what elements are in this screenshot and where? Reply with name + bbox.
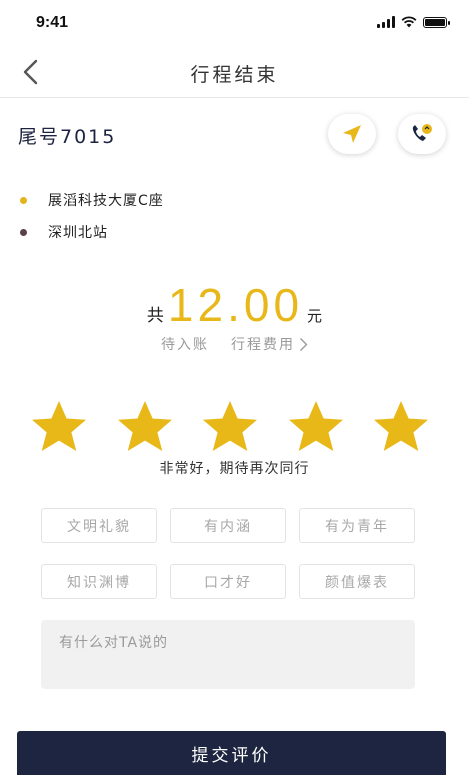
star-icon[interactable] [287,400,345,452]
status-icons [377,16,450,28]
battery-icon [423,16,450,28]
submit-button[interactable]: 提交评价 [17,731,446,775]
phone-icon [412,124,432,141]
end-location: 深圳北站 [48,225,108,241]
start-location: 展滔科技大厦C座 [48,193,164,209]
tag-option[interactable]: 口才好 [170,564,286,599]
comment-input[interactable] [41,620,415,689]
start-dot [20,197,27,204]
fare-prefix: 共 [146,306,164,326]
wifi-icon [401,16,417,28]
status-bar: 9:41 [0,0,469,48]
route-info: 展滔科技大厦C座 深圳北站 [0,184,469,248]
tag-option[interactable]: 颜值爆表 [299,564,415,599]
star-icon[interactable] [372,400,430,452]
star-icon[interactable] [30,400,88,452]
evaluation-tags: 文明礼貌 有内涵 有为青年 知识渊博 口才好 颜值爆表 [41,508,416,599]
tag-option[interactable]: 文明礼貌 [41,508,157,543]
status-time: 9:41 [36,14,69,31]
tag-option[interactable]: 有内涵 [170,508,286,543]
tag-option[interactable]: 有为青年 [299,508,415,543]
navigation-arrow-icon [343,125,361,143]
fare-total: 共 12.00 元 [0,278,469,332]
route-end: 深圳北站 [0,216,469,248]
star-icon[interactable] [201,400,259,452]
chevron-right-icon [300,337,308,351]
driver-info: 尾号7015 [0,112,469,156]
navigation-button[interactable] [328,114,376,154]
plate-number: 尾号7015 [18,126,117,148]
route-start: 展滔科技大厦C座 [0,184,469,216]
star-icon[interactable] [116,400,174,452]
star-rating [30,400,430,452]
fare-amount: 12.00 [167,279,304,331]
fare-section: 共 12.00 元 待入账 行程费用 [0,278,469,354]
call-button[interactable] [398,114,446,154]
end-dot [20,229,27,236]
page-title: 行程结束 [190,64,279,86]
fare-detail-link[interactable]: 行程费用 [231,334,308,354]
signal-icon [377,16,395,28]
fare-status: 待入账 [161,337,209,353]
rating-text: 非常好，期待再次同行 [159,461,310,477]
nav-bar: 行程结束 [0,48,469,98]
fare-subline: 待入账 行程费用 [0,334,469,354]
fare-unit: 元 [307,307,323,325]
tag-option[interactable]: 知识渊博 [41,564,157,599]
fare-detail-label: 行程费用 [231,337,295,353]
